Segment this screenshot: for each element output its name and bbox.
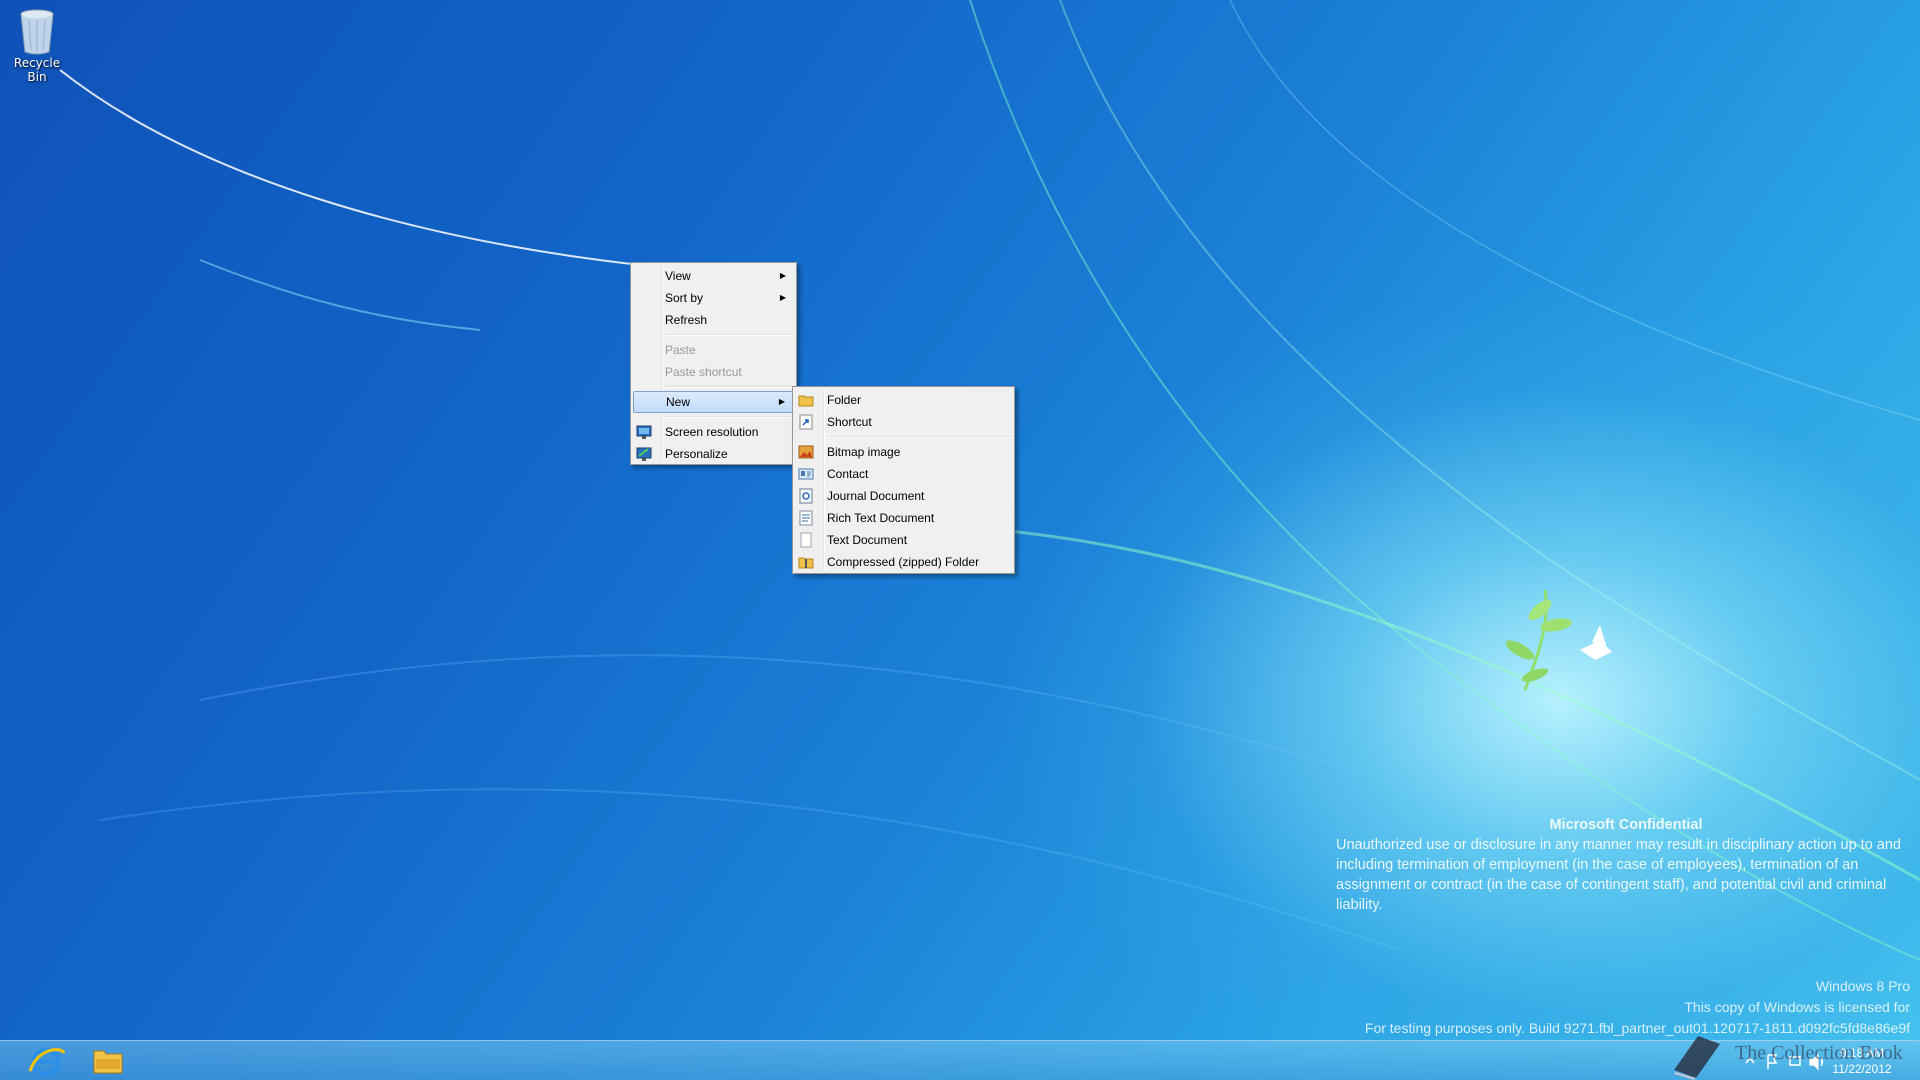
menu-item-screen-resolution[interactable]: Screen resolution bbox=[633, 421, 794, 443]
menu-item-label: Folder bbox=[827, 393, 862, 407]
menu-separator bbox=[665, 416, 794, 418]
book-logo-icon bbox=[1674, 1036, 1720, 1080]
zip-folder-icon bbox=[798, 554, 814, 570]
new-rich-text-document-item[interactable]: Rich Text Document bbox=[795, 507, 1012, 529]
recycle-bin-shortcut[interactable]: Recycle Bin bbox=[4, 6, 70, 84]
menu-item-label: Contact bbox=[827, 467, 869, 481]
new-contact-item[interactable]: Contact bbox=[795, 463, 1012, 485]
bitmap-icon bbox=[798, 444, 814, 460]
menu-item-view[interactable]: View ▶ bbox=[633, 265, 794, 287]
menu-item-label: Rich Text Document bbox=[827, 511, 935, 525]
menu-item-new[interactable]: New ▶ bbox=[633, 391, 794, 413]
internet-explorer-button[interactable] bbox=[16, 1043, 76, 1079]
menu-item-sort-by[interactable]: Sort by ▶ bbox=[633, 287, 794, 309]
monitor-icon bbox=[636, 424, 652, 440]
desktop-context-menu: View ▶ Sort by ▶ Refresh Paste Paste sho… bbox=[630, 262, 797, 465]
menu-item-label: Journal Document bbox=[827, 489, 925, 503]
menu-separator bbox=[665, 386, 794, 388]
menu-separator bbox=[827, 436, 1012, 438]
menu-item-label: View bbox=[665, 269, 691, 283]
confidential-watermark: Microsoft Confidential Unauthorized use … bbox=[1336, 815, 1916, 915]
recycle-bin-icon bbox=[17, 6, 57, 56]
menu-item-paste-shortcut[interactable]: Paste shortcut bbox=[633, 361, 794, 383]
new-journal-document-item[interactable]: Journal Document bbox=[795, 485, 1012, 507]
plant-bird-graphic bbox=[1505, 589, 1612, 691]
taskbar: 9:18 AM 11/22/2012 bbox=[0, 1040, 1920, 1080]
menu-item-refresh[interactable]: Refresh bbox=[633, 309, 794, 331]
file-explorer-icon bbox=[93, 1050, 123, 1074]
submenu-arrow-icon: ▶ bbox=[779, 293, 786, 302]
menu-item-label: New bbox=[666, 395, 691, 409]
license-label: This copy of Windows is licensed for bbox=[1684, 999, 1910, 1015]
new-shortcut-item[interactable]: Shortcut bbox=[795, 411, 1012, 433]
internet-explorer-icon bbox=[28, 1047, 66, 1077]
submenu-arrow-icon: ▶ bbox=[778, 397, 785, 406]
new-bitmap-image-item[interactable]: Bitmap image bbox=[795, 441, 1012, 463]
menu-item-paste[interactable]: Paste bbox=[633, 339, 794, 361]
menu-separator bbox=[665, 334, 794, 336]
menu-item-label: Personalize bbox=[665, 447, 728, 461]
watermark-body: Unauthorized use or disclosure in any ma… bbox=[1336, 837, 1901, 913]
new-text-document-item[interactable]: Text Document bbox=[795, 529, 1012, 551]
folder-icon bbox=[798, 392, 814, 408]
watermark-title: Microsoft Confidential bbox=[1549, 817, 1703, 833]
new-folder-item[interactable]: Folder bbox=[795, 389, 1012, 411]
shortcut-icon bbox=[798, 414, 814, 430]
menu-item-label: Paste shortcut bbox=[665, 365, 742, 379]
menu-item-label: Sort by bbox=[665, 291, 704, 305]
new-submenu: Folder Shortcut Bitmap image Contact Jou… bbox=[792, 386, 1015, 574]
desktop[interactable]: Recycle Bin View ▶ Sort by ▶ Refresh Pas… bbox=[0, 0, 1920, 1080]
edition-label: Windows 8 Pro bbox=[1815, 978, 1910, 994]
submenu-arrow-icon: ▶ bbox=[779, 271, 786, 280]
menu-item-label: Paste bbox=[665, 343, 696, 357]
menu-item-label: Text Document bbox=[827, 533, 908, 547]
text-document-icon bbox=[798, 532, 814, 548]
journal-icon bbox=[798, 488, 814, 504]
menu-item-label: Compressed (zipped) Folder bbox=[827, 555, 980, 569]
new-compressed-folder-item[interactable]: Compressed (zipped) Folder bbox=[795, 551, 1012, 573]
rich-text-icon bbox=[798, 510, 814, 526]
menu-item-label: Bitmap image bbox=[827, 445, 901, 459]
recycle-bin-label: Recycle Bin bbox=[13, 56, 61, 84]
menu-item-label: Shortcut bbox=[827, 415, 872, 429]
overlay-logo-text: The Collection Book bbox=[1735, 1042, 1903, 1064]
build-label: For testing purposes only. Build 9271.fb… bbox=[1364, 1020, 1910, 1036]
file-explorer-button[interactable] bbox=[78, 1043, 138, 1079]
contact-icon bbox=[798, 466, 814, 482]
menu-item-label: Refresh bbox=[665, 313, 708, 327]
menu-item-personalize[interactable]: Personalize bbox=[633, 443, 794, 465]
personalize-icon bbox=[636, 446, 652, 462]
menu-item-label: Screen resolution bbox=[665, 425, 759, 439]
